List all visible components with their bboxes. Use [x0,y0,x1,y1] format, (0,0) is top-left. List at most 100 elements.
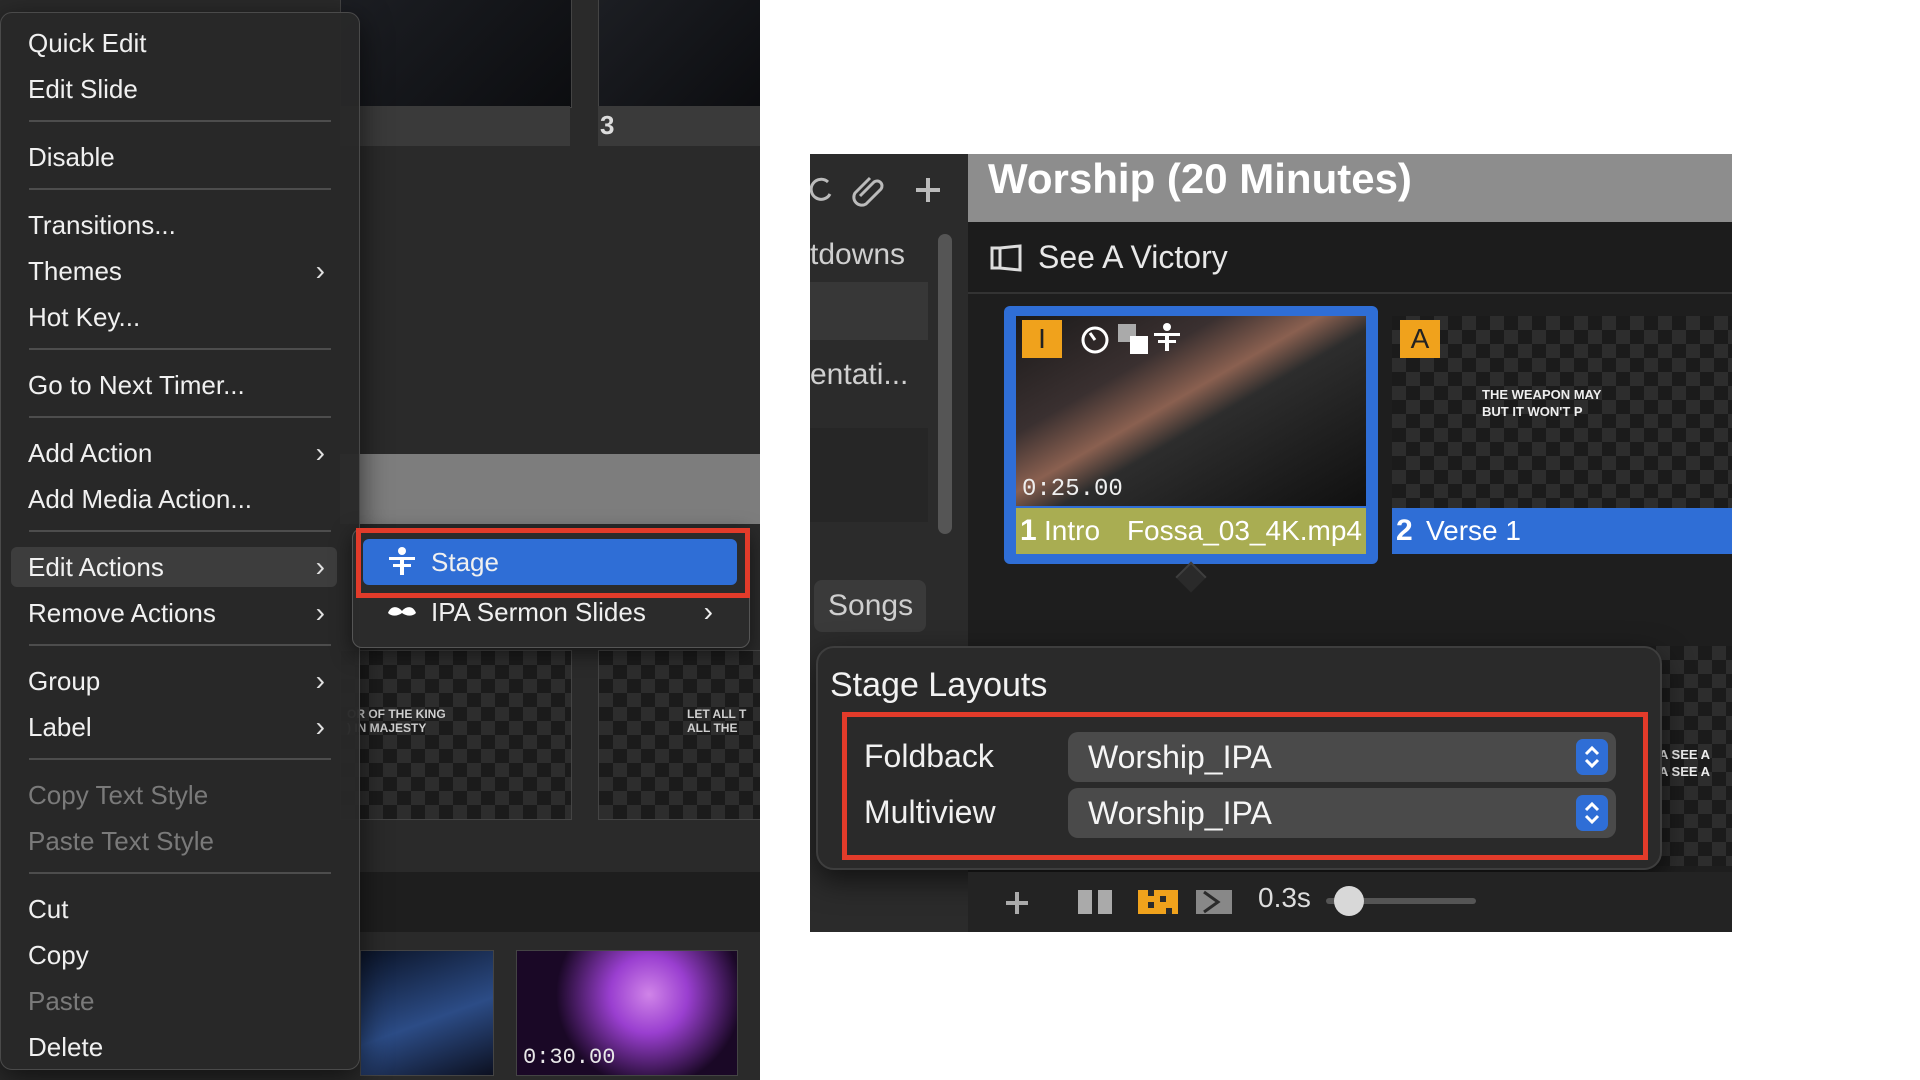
slide-number: 1 [1020,514,1037,547]
menu-item-edit-actions[interactable]: Edit Actions › [11,547,337,587]
slide-group-name: Verse 1 [1426,515,1521,546]
menu-item-group[interactable]: Group › [11,661,337,701]
transition-slider-thumb[interactable] [1334,886,1364,916]
slide-lyric-text: THE WEAPON MAY BUT IT WON'T P [1482,387,1602,419]
menu-item-quick-edit[interactable]: Quick Edit [11,23,337,63]
song-title: See A Victory [1038,239,1228,275]
timer-icon [1081,326,1109,354]
presentation-icon [990,244,1022,272]
action-badge: A [1400,320,1440,358]
left-screenshot: 3 OR OF THE KING ) IN MAJESTY LET ALL T … [0,0,760,1080]
songs-tab[interactable]: Songs [814,580,926,632]
slide-thumbnail[interactable]: OR OF THE KING ) IN MAJESTY [340,650,572,820]
songs-tab-label: Songs [828,589,914,622]
menu-item-delete[interactable]: Delete [11,1027,337,1067]
menu-item-label: Copy Text Style [28,780,209,810]
refresh-icon[interactable] [810,176,834,204]
menu-item-label: Group [28,666,101,696]
library-item-selected[interactable] [810,282,928,340]
menu-item-paste-text-style: Paste Text Style [11,821,337,861]
menu-item-disable[interactable]: Disable [11,137,337,177]
slide-lyric-text: LET ALL T ALL THE [687,707,747,735]
menu-item-cut[interactable]: Cut [11,889,337,929]
slide-media-preview: I 0:25.00 [1016,316,1366,506]
context-menu: Quick Edit Edit Slide Disable Transition… [0,12,360,1070]
transition-dissolve-icon[interactable] [1136,886,1180,918]
popover-arrow [1175,561,1207,593]
menu-item-label: Remove Actions [28,598,216,628]
menu-separator [29,416,331,418]
menu-item-add-action[interactable]: Add Action › [11,433,337,473]
library-item[interactable]: tdowns [810,230,928,280]
stage-layouts-popover: Stage Layouts Foldback Worship_IPA Multi… [816,646,1662,870]
menu-item-label: Edit Slide [28,74,138,104]
menu-separator [29,758,331,760]
menu-separator [29,120,331,122]
slide-label-bar: 2 Verse 1 [1392,508,1732,554]
menu-item-label: Paste [28,986,95,1016]
menu-item-add-media-action[interactable]: Add Media Action... [11,479,337,519]
media-thumbnail[interactable] [360,950,494,1076]
menu-item-label[interactable]: Label › [11,707,337,747]
menu-item-label: Disable [28,142,115,172]
menu-item-copy-text-style: Copy Text Style [11,775,337,815]
slide-lyric-text: OR OF THE KING ) IN MAJESTY [347,707,446,735]
menu-item-transitions[interactable]: Transitions... [11,205,337,245]
menu-item-remove-actions[interactable]: Remove Actions › [11,593,337,633]
slide-card-intro[interactable]: I 0:25.00 1 Intro Fossa_03_4K.mp4 [1004,306,1378,564]
add-icon[interactable] [914,176,942,204]
menu-item-label: Themes [28,256,122,286]
slide-label-bar [598,106,760,146]
slide-card-verse-1[interactable]: A THE WEAPON MAY BUT IT WON'T P 2 Verse … [1392,316,1732,564]
media-timecode: 0:30.00 [523,1045,616,1070]
menu-item-label: Add Media Action... [28,484,253,514]
library-item[interactable]: entati... [810,350,928,400]
menu-item-hot-key[interactable]: Hot Key... [11,297,337,337]
menu-item-label: Transitions... [28,210,176,240]
document-title: Worship (20 Minutes) [988,155,1412,202]
menu-item-label: Edit Actions [28,552,164,582]
library-toolbar [810,154,968,222]
add-icon[interactable] [1004,890,1030,916]
stage-icon [1154,323,1180,351]
slide-group-name: Intro [1044,515,1101,546]
media-action-icon [1118,324,1148,354]
chevron-right-icon: › [315,437,325,468]
menu-item-paste: Paste [11,981,337,1021]
menu-item-label: Go to Next Timer... [28,370,245,400]
slide-thumbnail[interactable]: LET ALL T ALL THE [598,650,760,820]
menu-item-label: Copy [28,940,89,970]
library-spacer [810,428,928,522]
menu-item-label: Delete [28,1032,104,1062]
menu-item-edit-slide[interactable]: Edit Slide [11,69,337,109]
song-header: See A Victory [968,222,1732,294]
menu-item-label: Hot Key... [28,302,141,332]
highlight-annotation [356,528,750,598]
slide-label-bar [340,106,570,146]
slide-toolbar: 0.3s [968,872,1732,932]
menu-item-themes[interactable]: Themes › [11,251,337,291]
group-header-bar [340,454,760,524]
menu-item-go-to-next-timer[interactable]: Go to Next Timer... [11,365,337,405]
paperclip-icon[interactable] [850,170,890,210]
slide-timecode: 0:25.00 [1022,476,1123,503]
menu-item-label: Label [28,712,92,742]
slide-thumbnail[interactable] [598,0,760,108]
slide-media-name: Fossa_03_4K.mp4 [1126,515,1362,546]
menu-separator [29,188,331,190]
slide-preview: A THE WEAPON MAY BUT IT WON'T P [1392,316,1732,508]
slide-number: 2 [1396,514,1413,547]
chevron-right-icon: › [315,551,325,582]
media-thumbnail[interactable]: 0:30.00 [516,950,738,1076]
highlight-annotation [842,712,1648,860]
slide-number: 3 [600,110,615,140]
skip-forward-icon[interactable] [1194,886,1234,918]
library-scrollbar[interactable] [938,234,952,534]
menu-item-copy[interactable]: Copy [11,935,337,975]
slide-thumbnail[interactable] [340,0,572,108]
pause-icon[interactable] [1074,886,1118,918]
chevron-right-icon: › [315,255,325,286]
menu-item-label: Paste Text Style [28,826,214,856]
popover-title: Stage Layouts [830,666,1048,704]
chevron-right-icon: › [315,711,325,742]
